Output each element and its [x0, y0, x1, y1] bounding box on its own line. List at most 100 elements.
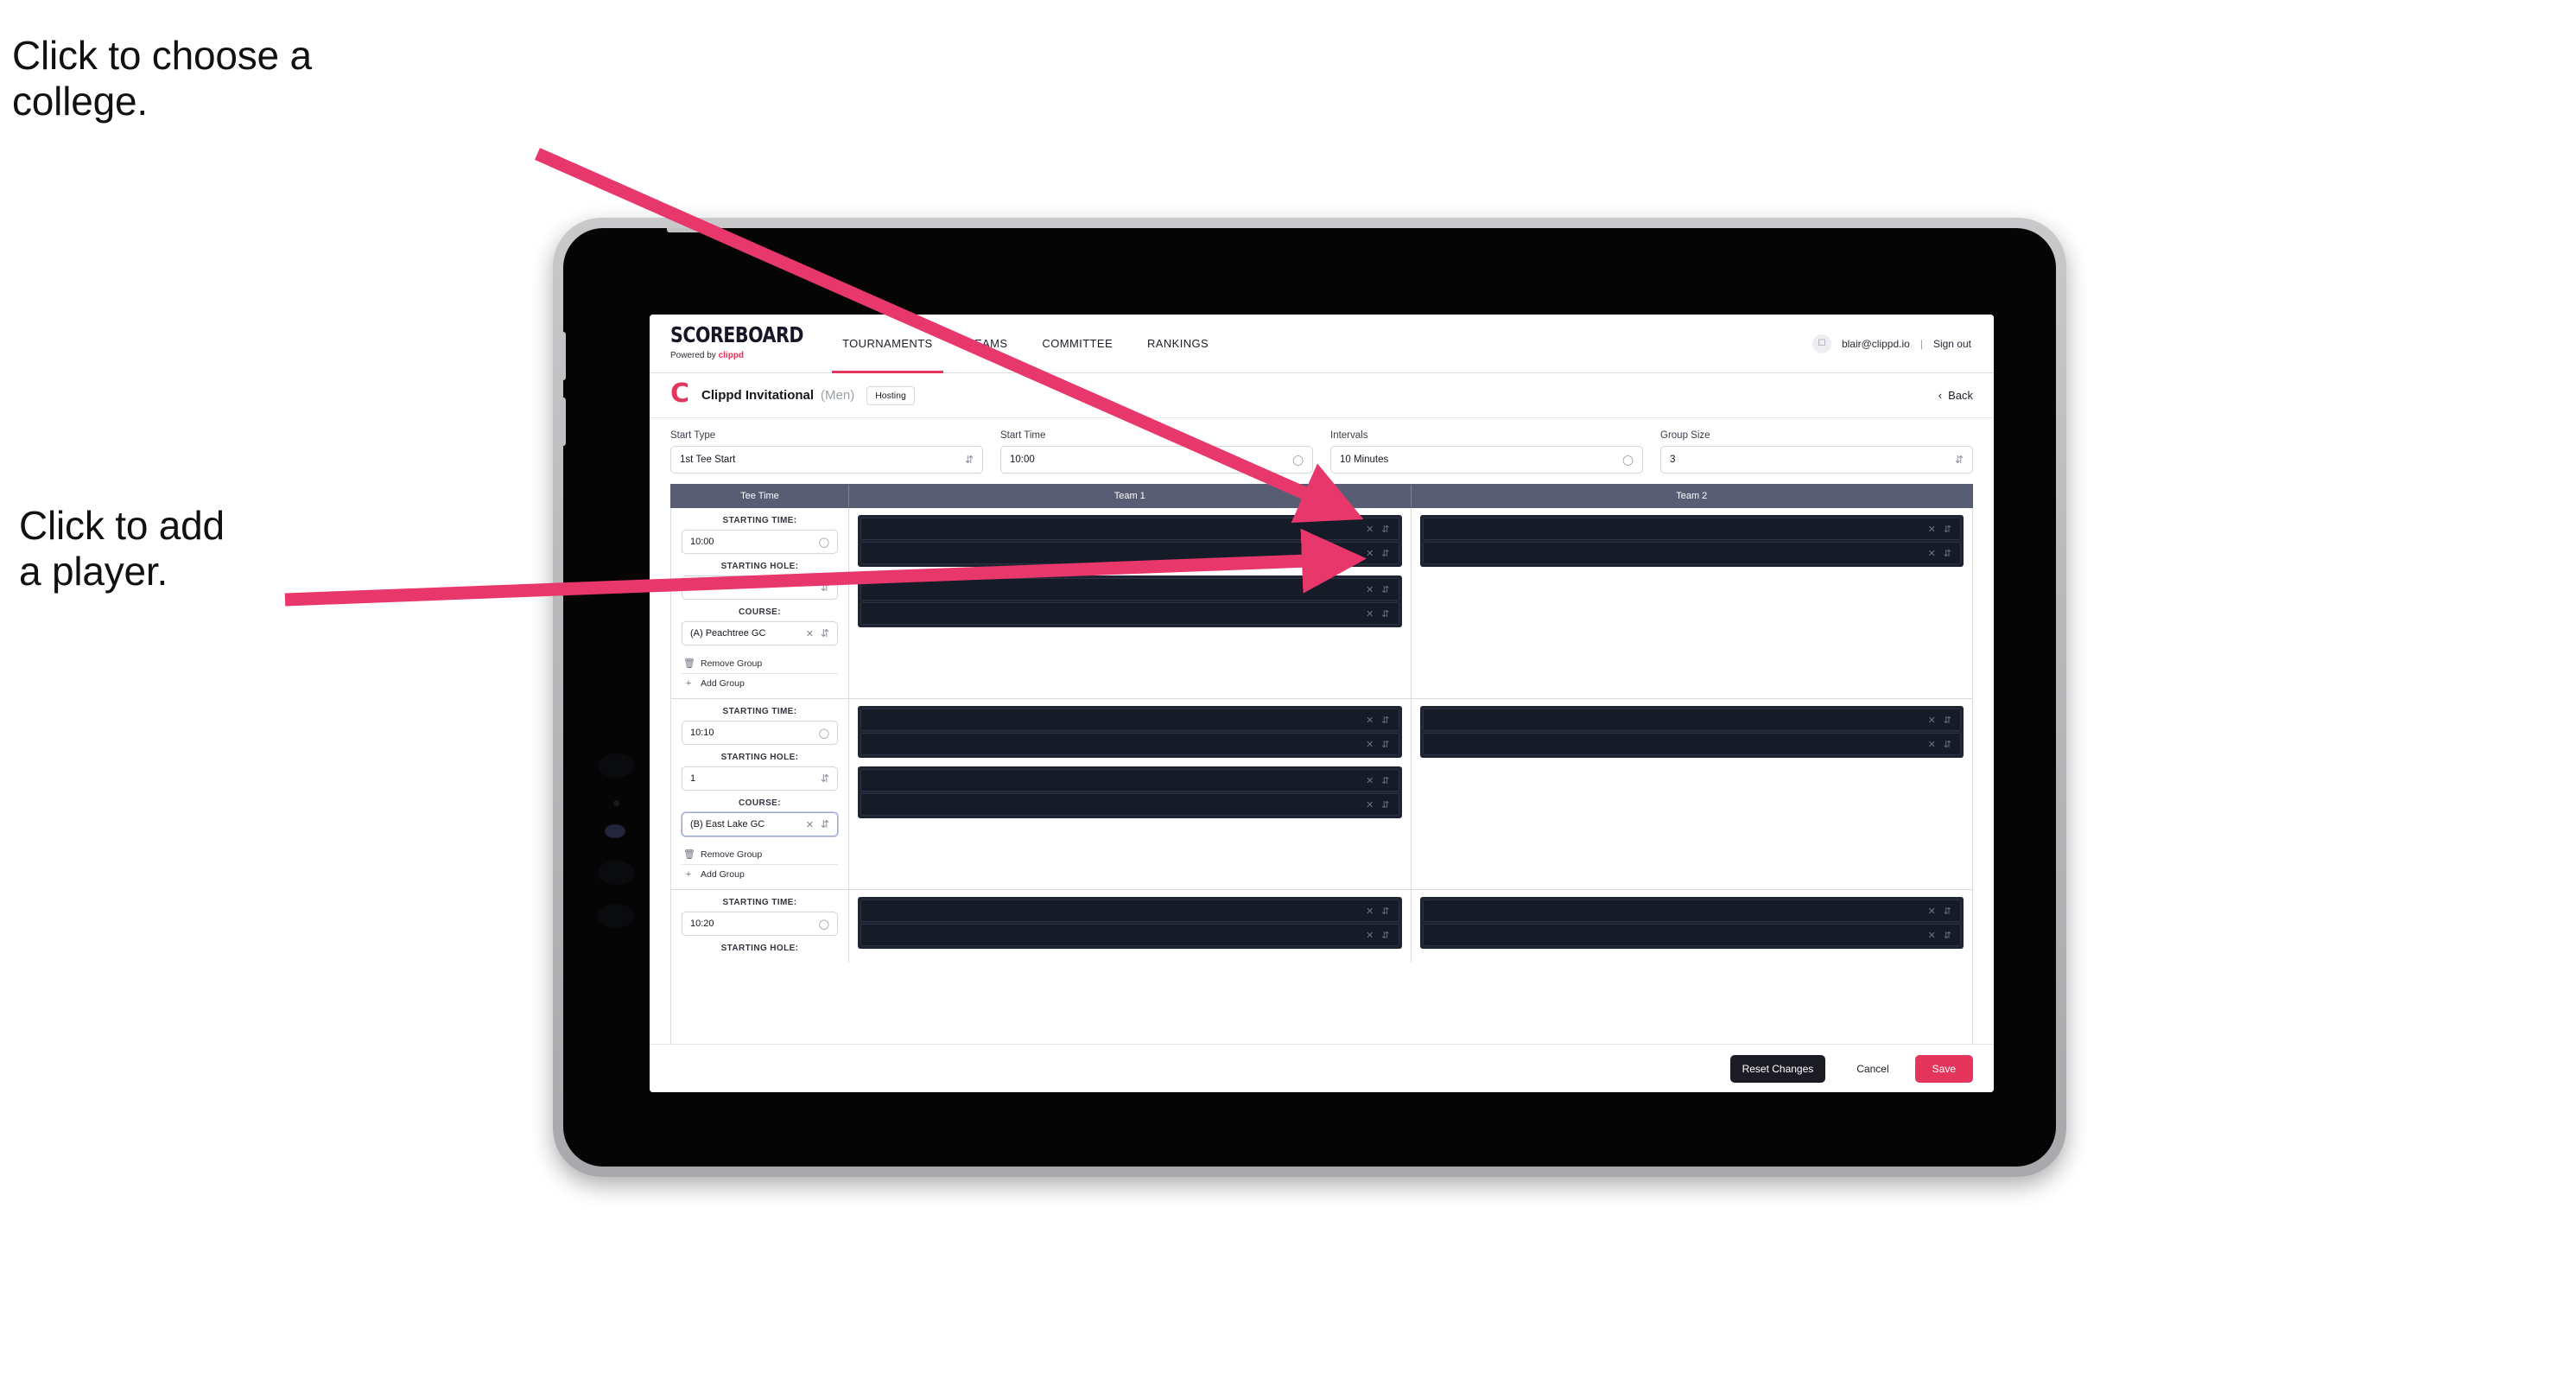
clear-icon[interactable]: ✕: [1928, 548, 1936, 559]
start-time-value: 10:00: [1010, 455, 1035, 465]
clear-icon[interactable]: ✕: [1366, 739, 1374, 750]
starting-time-input[interactable]: 10:10 ◯: [682, 721, 838, 745]
player-slot[interactable]: ✕ ⇵: [860, 709, 1399, 731]
team-2-cell: ✕ ⇵ ✕ ⇵: [1412, 508, 1973, 698]
starting-time-input[interactable]: 10:20 ◯: [682, 912, 838, 936]
clear-icon[interactable]: ✕: [1366, 715, 1374, 726]
player-group: ✕ ⇵ ✕ ⇵: [858, 575, 1402, 627]
clear-icon[interactable]: ✕: [1928, 715, 1936, 726]
player-slot[interactable]: ✕ ⇵: [860, 542, 1399, 564]
player-slot[interactable]: ✕ ⇵: [1422, 709, 1961, 731]
player-slot[interactable]: ✕ ⇵: [1422, 518, 1961, 540]
course-select[interactable]: (A) Peachtree GC ✕ ⇵: [682, 621, 838, 645]
power-button[interactable]: [667, 228, 720, 232]
player-slot[interactable]: ✕ ⇵: [1422, 924, 1961, 946]
clear-icon[interactable]: ✕: [1928, 739, 1936, 750]
group-size-value: 3: [1670, 455, 1676, 465]
clear-icon[interactable]: ✕: [1366, 524, 1374, 535]
remove-group-button[interactable]: 🗑 Remove Group: [682, 653, 838, 673]
player-slot[interactable]: ✕ ⇵: [860, 578, 1399, 601]
nav-tab-committee[interactable]: COMMITTEE: [1025, 315, 1130, 372]
starting-hole-select[interactable]: 1 ⇵: [682, 766, 838, 791]
player-group: ✕ ⇵ ✕ ⇵: [858, 897, 1402, 949]
volume-up-button[interactable]: [563, 332, 566, 380]
course-label: COURSE:: [739, 607, 781, 617]
clear-icon[interactable]: ✕: [1928, 930, 1936, 941]
annotation-choose-college: Click to choose a college.: [12, 33, 312, 124]
cancel-button[interactable]: Cancel: [1839, 1055, 1906, 1083]
starting-hole-select[interactable]: 1 ⇵: [682, 575, 838, 600]
player-slot[interactable]: ✕ ⇵: [860, 518, 1399, 540]
clear-icon[interactable]: ✕: [1928, 906, 1936, 917]
starting-time-value: 10:20: [690, 919, 714, 929]
player-slot[interactable]: ✕ ⇵: [860, 602, 1399, 625]
table-row: STARTING TIME: 10:20 ◯ STARTING HOLE: ✕ ⇵: [671, 890, 1972, 963]
control-label: Group Size: [1660, 430, 1710, 441]
reset-changes-button[interactable]: Reset Changes: [1729, 1054, 1826, 1083]
clear-icon[interactable]: ✕: [1366, 930, 1374, 941]
start-type-select[interactable]: 1st Tee Start ⇵: [670, 446, 983, 474]
browser-viewport: SCOREBOARD Powered by clippd TOURNAMENTS…: [650, 315, 1994, 1092]
clear-icon[interactable]: ✕: [806, 628, 814, 639]
course-value: (A) Peachtree GC: [690, 628, 766, 639]
starting-hole-value: 1: [690, 773, 696, 784]
brand-subtitle: Powered by clippd: [670, 351, 806, 360]
control-group-size: Group Size 3 ⇵: [1660, 430, 1973, 474]
nav-tab-tournaments[interactable]: TOURNAMENTS: [825, 315, 950, 373]
clear-icon[interactable]: ✕: [1366, 548, 1374, 559]
starting-time-input[interactable]: 10:00 ◯: [682, 530, 838, 554]
course-select[interactable]: (B) East Lake GC ✕ ⇵: [682, 812, 838, 836]
avatar[interactable]: ☐: [1811, 334, 1831, 353]
player-slot[interactable]: ✕ ⇵: [1422, 542, 1961, 564]
chevron-updown-icon: ⇵: [1943, 906, 1951, 917]
tee-time-cell: STARTING TIME: 10:10 ◯ STARTING HOLE: 1 …: [671, 699, 849, 889]
table-row: STARTING TIME: 10:00 ◯ STARTING HOLE: 1 …: [671, 508, 1972, 699]
clock-icon: ◯: [818, 537, 829, 548]
player-slot[interactable]: ✕ ⇵: [860, 733, 1399, 755]
clock-icon: ◯: [1292, 455, 1304, 466]
chevron-updown-icon: ⇵: [820, 818, 829, 830]
back-button[interactable]: ‹ Back: [1938, 389, 1973, 402]
clear-icon[interactable]: ✕: [1928, 524, 1936, 535]
team-2-cell: ✕ ⇵ ✕ ⇵: [1412, 890, 1973, 963]
player-slot[interactable]: ✕ ⇵: [860, 924, 1399, 946]
starting-hole-label: STARTING HOLE:: [720, 562, 799, 571]
starting-hole-value: 1: [690, 582, 696, 593]
clear-icon[interactable]: ✕: [1366, 775, 1374, 786]
account-email: blair@clippd.io: [1841, 337, 1910, 350]
player-slot[interactable]: ✕ ⇵: [860, 793, 1399, 816]
volume-down-button[interactable]: [563, 397, 566, 446]
clear-icon[interactable]: ✕: [1366, 608, 1374, 620]
clear-icon[interactable]: ✕: [1366, 799, 1374, 811]
player-slot[interactable]: ✕ ⇵: [860, 900, 1399, 922]
remove-group-label: Remove Group: [701, 849, 763, 860]
sign-out-link[interactable]: Sign out: [1933, 338, 1971, 350]
add-group-label: Add Group: [701, 869, 745, 880]
save-button[interactable]: Save: [1914, 1054, 1973, 1083]
player-slot[interactable]: ✕ ⇵: [860, 769, 1399, 792]
intervals-input[interactable]: 10 Minutes ◯: [1330, 446, 1643, 474]
chevron-updown-icon: ⇵: [1943, 715, 1951, 726]
column-header-team-2: Team 2: [1676, 491, 1708, 501]
chevron-updown-icon: ⇵: [1943, 930, 1951, 941]
nav-tab-teams[interactable]: TEAMS: [950, 315, 1025, 372]
clear-icon[interactable]: ✕: [806, 819, 814, 830]
player-group: ✕ ⇵ ✕ ⇵: [1419, 897, 1964, 949]
group-size-select[interactable]: 3 ⇵: [1660, 446, 1973, 474]
clear-icon[interactable]: ✕: [1366, 584, 1374, 595]
clear-icon[interactable]: ✕: [1366, 906, 1374, 917]
back-button-label: Back: [1948, 389, 1973, 402]
nav-tab-rankings[interactable]: RANKINGS: [1130, 315, 1226, 372]
player-group: ✕ ⇵ ✕ ⇵: [858, 766, 1402, 818]
nav-tab-label: TOURNAMENTS: [842, 337, 933, 350]
player-slot[interactable]: ✕ ⇵: [1422, 900, 1961, 922]
brand-logo[interactable]: SCOREBOARD Powered by clippd: [650, 315, 825, 372]
remove-group-button[interactable]: 🗑 Remove Group: [682, 844, 838, 864]
start-time-input[interactable]: 10:00 ◯: [1000, 446, 1313, 474]
annotation-add-player: Click to add a player.: [19, 503, 225, 594]
player-slot[interactable]: ✕ ⇵: [1422, 733, 1961, 755]
chevron-updown-icon: ⇵: [1943, 739, 1951, 750]
add-group-button[interactable]: + Add Group: [682, 864, 838, 884]
add-group-button[interactable]: + Add Group: [682, 673, 838, 693]
player-group: ✕ ⇵ ✕ ⇵: [858, 515, 1402, 567]
